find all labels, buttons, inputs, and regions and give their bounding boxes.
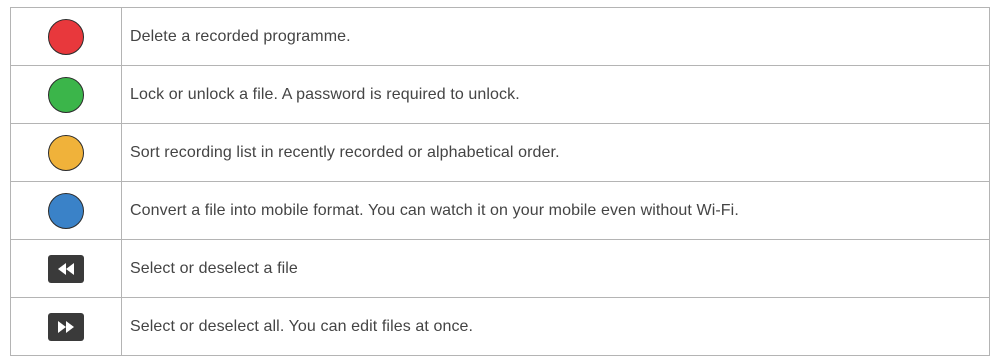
fast-forward-glyph-icon: [58, 320, 74, 333]
icon-cell: [11, 8, 122, 65]
description-cell: Lock or unlock a file. A password is req…: [122, 66, 990, 123]
description-cell: Select or deselect a file: [122, 240, 990, 297]
table-row: Lock or unlock a file. A password is req…: [11, 66, 990, 124]
description-cell: Sort recording list in recently recorded…: [122, 124, 990, 181]
icon-cell: [11, 240, 122, 297]
button-function-table: Delete a recorded programme. Lock or unl…: [10, 7, 990, 356]
description-cell: Delete a recorded programme.: [122, 8, 990, 65]
description-cell: Select or deselect all. You can edit fil…: [122, 298, 990, 355]
blue-button-icon: [48, 192, 84, 229]
icon-cell: [11, 124, 122, 181]
table-row: Sort recording list in recently recorded…: [11, 124, 990, 182]
icon-cell: [11, 298, 122, 355]
icon-cell: [11, 66, 122, 123]
description-cell: Convert a file into mobile format. You c…: [122, 182, 990, 239]
green-button-icon: [48, 76, 84, 113]
yellow-button-icon: [48, 134, 84, 171]
table-row: Convert a file into mobile format. You c…: [11, 182, 990, 240]
table-row: Select or deselect a file: [11, 240, 990, 298]
table-row: Select or deselect all. You can edit fil…: [11, 298, 990, 356]
red-button-icon: [48, 18, 84, 55]
rewind-button-icon: [48, 254, 84, 283]
icon-cell: [11, 182, 122, 239]
rewind-glyph-icon: [58, 262, 74, 275]
fast-forward-button-icon: [48, 312, 84, 341]
table-row: Delete a recorded programme.: [11, 8, 990, 66]
